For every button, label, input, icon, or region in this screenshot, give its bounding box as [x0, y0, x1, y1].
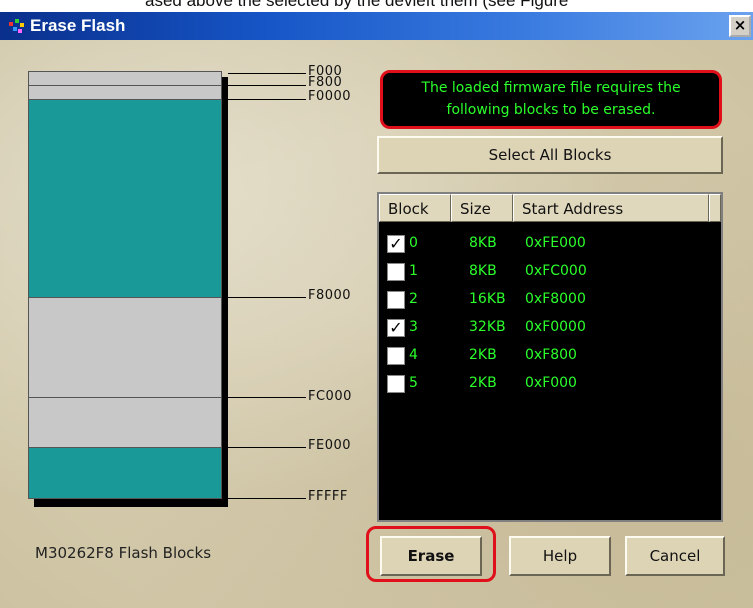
column-header-filler [709, 194, 721, 222]
block-row-2[interactable]: 2 16KB 0xF8000 [379, 286, 721, 314]
addr-label-f8000: F8000 [308, 288, 352, 303]
block-2-start-address: 0xF8000 [525, 291, 586, 307]
block-2-region [29, 298, 221, 398]
tick-f0000 [228, 99, 306, 100]
block-row-1[interactable]: 1 8KB 0xFC000 [379, 258, 721, 286]
block-1-region [29, 398, 221, 448]
tick-fe000 [228, 447, 306, 448]
block-4-size: 2KB [469, 347, 497, 363]
top-strip: ased above the selected by the devleft t… [0, 0, 753, 12]
block-0-region [29, 448, 221, 498]
select-all-blocks-button[interactable]: Select All Blocks [377, 136, 723, 174]
tick-f800 [228, 85, 306, 86]
block-0-number: 0 [409, 235, 418, 251]
block-3-region [29, 100, 221, 298]
block-4-number: 4 [409, 347, 418, 363]
message-text: The loaded firmware file requires the fo… [383, 73, 719, 121]
chip-label: M30262F8 Flash Blocks [35, 544, 212, 562]
block-4-region [29, 86, 221, 100]
tick-fc000 [228, 397, 306, 398]
tick-f8000 [228, 297, 306, 298]
block-row-4[interactable]: 4 2KB 0xF800 [379, 342, 721, 370]
addr-label-fffff: FFFFF [308, 489, 348, 504]
message-line-2: following blocks to be erased. [446, 102, 656, 118]
block-5-start-address: 0xF000 [525, 375, 577, 391]
block-5-number: 5 [409, 375, 418, 391]
block-row-5[interactable]: 5 2KB 0xF000 [379, 370, 721, 398]
block-0-start-address: 0xFE000 [525, 235, 586, 251]
block-1-size: 8KB [469, 263, 497, 279]
block-0-size: 8KB [469, 235, 497, 251]
block-3-start-address: 0xF0000 [525, 319, 586, 335]
message-line-1: The loaded firmware file requires the [421, 80, 681, 96]
memory-map [28, 71, 222, 499]
block-5-size: 2KB [469, 375, 497, 391]
close-button[interactable]: × [729, 15, 751, 37]
addr-label-f800: F800 [308, 75, 343, 90]
title-bar[interactable]: Erase Flash × [0, 12, 753, 40]
block-5-checkbox[interactable] [387, 375, 405, 393]
block-1-start-address: 0xFC000 [525, 263, 587, 279]
block-3-checkbox[interactable]: ✓ [387, 319, 405, 337]
top-strip-text: ased above the selected by the devleft t… [145, 0, 569, 10]
block-2-number: 2 [409, 291, 418, 307]
block-2-size: 16KB [469, 291, 506, 307]
addr-label-f0000: F0000 [308, 89, 352, 104]
app-icon [9, 19, 24, 33]
tick-fffff [228, 498, 306, 499]
dialog-body: F000 F800 F0000 F8000 FC000 FE000 FFFFF … [0, 40, 753, 608]
tick-f000 [228, 73, 306, 74]
block-1-checkbox[interactable] [387, 263, 405, 281]
cancel-button[interactable]: Cancel [625, 536, 725, 576]
block-5-region [29, 72, 221, 86]
addr-label-fc000: FC000 [308, 389, 352, 404]
erase-button[interactable]: Erase [380, 536, 482, 576]
block-3-number: 3 [409, 319, 418, 335]
block-3-size: 32KB [469, 319, 506, 335]
block-2-checkbox[interactable] [387, 291, 405, 309]
block-4-start-address: 0xF800 [525, 347, 577, 363]
column-header-start-address[interactable]: Start Address [513, 194, 709, 222]
block-row-0[interactable]: ✓ 0 8KB 0xFE000 [379, 230, 721, 258]
message-box: The loaded firmware file requires the fo… [380, 70, 722, 129]
window-title: Erase Flash [30, 16, 126, 35]
addr-label-fe000: FE000 [308, 438, 352, 453]
block-list: Block Size Start Address ✓ 0 8KB 0xFE000… [377, 192, 723, 522]
help-button[interactable]: Help [509, 536, 611, 576]
column-header-block[interactable]: Block [379, 194, 451, 222]
block-list-header: Block Size Start Address [379, 194, 721, 224]
block-1-number: 1 [409, 263, 418, 279]
block-row-3[interactable]: ✓ 3 32KB 0xF0000 [379, 314, 721, 342]
block-4-checkbox[interactable] [387, 347, 405, 365]
column-header-size[interactable]: Size [451, 194, 513, 222]
block-0-checkbox[interactable]: ✓ [387, 235, 405, 253]
